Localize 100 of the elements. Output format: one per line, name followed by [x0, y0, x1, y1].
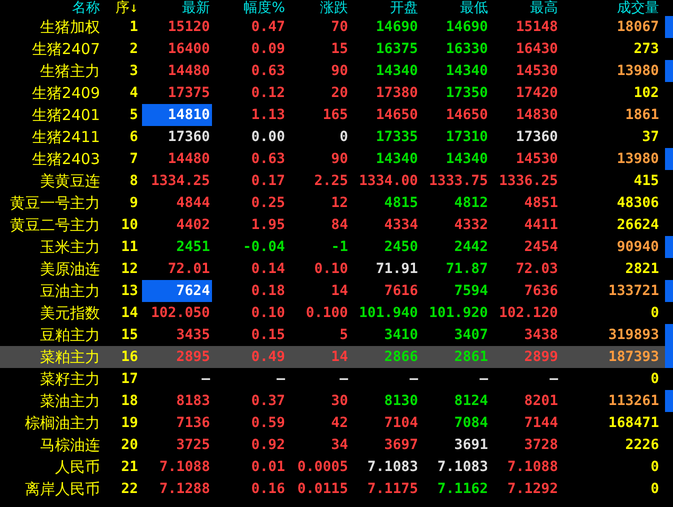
table-cell: 21: [121, 460, 138, 474]
table-cell-text: 2895: [176, 350, 211, 364]
table-cell-text: 14530: [516, 64, 559, 78]
table-cell-text: 0.09: [251, 42, 286, 56]
quote-row[interactable]: 生猪2409 4 17375 0.12 20 17380 17350 17420 102: [0, 82, 673, 104]
table-cell: 415: [634, 174, 659, 188]
column-header[interactable]: 序: [116, 1, 130, 15]
table-cell-text: 5: [340, 328, 349, 342]
table-cell: 48306: [616, 196, 659, 210]
table-cell: 13980: [616, 152, 659, 166]
table-cell-text: 34: [331, 438, 349, 452]
table-cell-text: 14340: [376, 152, 419, 166]
quote-row[interactable]: 黄豆二号主力 10 4402 1.95 84 4334 4332 4411 26624: [0, 214, 673, 236]
table-cell-text: 3435: [176, 328, 211, 342]
quote-row[interactable]: 黄豆一号主力 9 4844 0.25 12 4815 4812 4851 48306: [0, 192, 673, 214]
quote-row[interactable]: 豆粕主力 15 3435 0.15 5 3410 3407 3438 319893: [0, 324, 673, 346]
table-cell: 6: [130, 130, 138, 144]
column-header[interactable]: 涨跌: [320, 1, 348, 15]
table-cell-text: 1.95: [251, 218, 286, 232]
quote-row[interactable]: 生猪2401 5 14810 1.13 165 14650 14650 14830 1861: [0, 104, 673, 126]
quote-row[interactable]: 豆油主力 13 7624 0.18 14 7616 7594 7636 133721: [0, 280, 673, 302]
table-cell: 19: [121, 416, 138, 430]
quote-row[interactable]: 人民币 21 7.1088 0.01 0.0005 7.1083 7.1083 7.1088 0: [0, 456, 673, 478]
quote-row[interactable]: 美原油连 12 72.01 0.14 0.10 71.91 71.87 72.03 2821: [0, 258, 673, 280]
table-cell-text: 17360: [516, 130, 559, 144]
table-cell: 273: [634, 42, 659, 56]
table-cell-text: 14480: [168, 152, 211, 166]
quote-row[interactable]: 生猪2407 2 16400 0.09 15 16375 16330 16430 273: [0, 38, 673, 60]
table-cell-text: —: [202, 372, 211, 386]
column-header[interactable]: 开盘: [390, 1, 418, 15]
table-cell: 马棕油连: [40, 438, 100, 452]
table-cell-text: -1: [331, 240, 349, 254]
table-cell: 1: [130, 20, 138, 34]
table-cell: 90940: [616, 240, 659, 254]
table-cell-text: 0.59: [251, 416, 286, 430]
quote-row[interactable]: 生猪2411 6 17360 0.00 0 17335 17310 17360 37: [0, 126, 673, 148]
quote-row[interactable]: 生猪主力 3 14480 0.63 90 14340 14340 14530 13980: [0, 60, 673, 82]
table-cell: 2226: [625, 438, 659, 452]
quote-row[interactable]: 马棕油连 20 3725 0.92 34 3697 3691 3728 2226: [0, 434, 673, 456]
quote-row[interactable]: 生猪加权 1 15120 0.47 70 14690 14690 15148 18067: [0, 16, 673, 38]
table-cell-text: 7.1083: [437, 460, 489, 474]
table-cell-text: 0.100: [306, 306, 349, 320]
table-cell: 2821: [625, 262, 659, 276]
column-header[interactable]: 幅度%: [244, 1, 285, 15]
quote-row[interactable]: 生猪2403 7 14480 0.63 90 14340 14340 14530 13980: [0, 148, 673, 170]
quote-row[interactable]: 美元指数 14 102.050 0.10 0.100 101.940 101.920 102.120 0: [0, 302, 673, 324]
table-cell-text: 3691: [454, 438, 489, 452]
table-cell-text: 4815: [384, 196, 419, 210]
quote-row[interactable]: 菜粕主力 16 2895 0.49 14 2866 2861 2899 187393: [0, 346, 673, 368]
column-header[interactable]: 最新: [182, 1, 210, 15]
table-cell-text: 7636: [524, 284, 559, 298]
table-cell-text: 14340: [446, 152, 489, 166]
table-cell-text: 4812: [454, 196, 489, 210]
table-cell-text: 71.87: [446, 262, 489, 276]
table-cell-text: 101.920: [428, 306, 489, 320]
quote-row[interactable]: 玉米主力 11 2451 -0.04 -1 2450 2442 2454 90940: [0, 236, 673, 258]
table-cell-text: 101.940: [358, 306, 419, 320]
table-cell: 1861: [625, 108, 659, 122]
quote-row[interactable]: 离岸人民币 22 7.1288 0.16 0.0115 7.1175 7.1162 7.1292 0: [0, 478, 673, 500]
table-cell-text: 17360: [168, 130, 211, 144]
table-cell-text: 0.37: [251, 394, 286, 408]
table-cell: 10: [121, 218, 138, 232]
table-cell-text: -0.04: [242, 240, 286, 254]
table-cell: 豆油主力: [40, 284, 100, 298]
column-header[interactable]: 成交量: [617, 1, 659, 15]
table-cell: 0: [650, 460, 659, 474]
table-cell-text: 4402: [176, 218, 211, 232]
sort-arrow[interactable]: ↓: [130, 1, 138, 15]
table-cell-text: 4844: [176, 196, 211, 210]
table-cell-text: —: [480, 372, 489, 386]
quote-row[interactable]: 菜油主力 18 8183 0.37 30 8130 8124 8201 113261: [0, 390, 673, 412]
table-cell-text: 2899: [524, 350, 559, 364]
table-cell-text: 0.0005: [297, 460, 349, 474]
table-cell-text: 15: [331, 42, 349, 56]
column-header[interactable]: 最高: [530, 1, 558, 15]
table-cell-text: 14: [331, 284, 349, 298]
table-cell-text: 12: [331, 196, 349, 210]
table-cell-text: 0.92: [251, 438, 286, 452]
quote-row[interactable]: 菜籽主力 17 — — — — — — 0: [0, 368, 673, 390]
table-cell-text: 0.00: [251, 130, 286, 144]
table-cell-text: 0.63: [251, 64, 286, 78]
table-cell-text: 7.1162: [437, 482, 489, 496]
quote-row[interactable]: 棕榈油主力 19 7136 0.59 42 7104 7084 7144 168471: [0, 412, 673, 434]
table-cell-text: 1336.25: [498, 174, 559, 188]
table-cell: 黄豆一号主力: [10, 196, 100, 210]
table-cell: 18: [121, 394, 138, 408]
table-cell: 生猪主力: [40, 64, 100, 78]
table-cell-text: 1.13: [251, 108, 286, 122]
table-cell-text: 17335: [376, 130, 419, 144]
quote-row[interactable]: 美黄豆连 8 1334.25 0.17 2.25 1334.00 1333.75 1336.25 415: [0, 170, 673, 192]
table-cell-text: 72.03: [516, 262, 559, 276]
table-cell-text: 15120: [168, 20, 211, 34]
table-cell-text: —: [410, 372, 419, 386]
table-cell: 8: [130, 174, 138, 188]
table-cell-text: 0: [340, 130, 349, 144]
table-cell-text: 3410: [384, 328, 419, 342]
column-header[interactable]: 名称: [72, 1, 100, 15]
column-header[interactable]: 最低: [460, 1, 488, 15]
table-cell: 13: [121, 284, 138, 298]
table-cell: 22: [121, 482, 138, 496]
